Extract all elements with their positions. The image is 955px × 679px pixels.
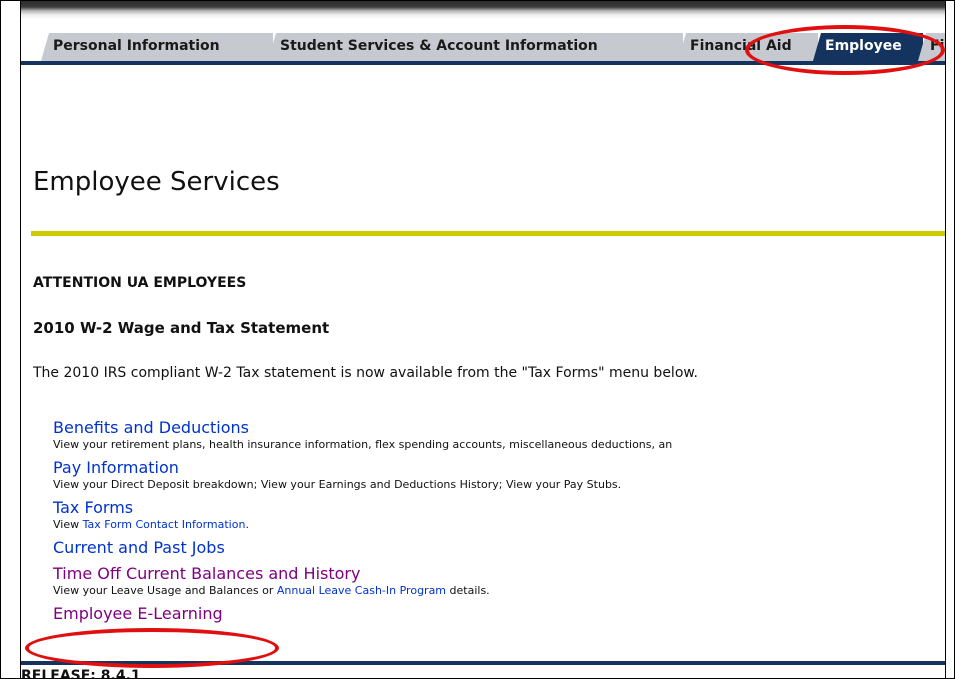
tab-financial-aid[interactable]: Financial Aid: [678, 33, 818, 61]
screenshot-frame: Personal Information Student Services & …: [0, 0, 955, 679]
menu-item-time-off: Time Off Current Balances and History Vi…: [53, 564, 945, 598]
menu-item-elearning: Employee E-Learning: [53, 604, 945, 624]
tab-student-services[interactable]: Student Services & Account Information: [268, 33, 683, 61]
menu-item-tax-forms: Tax Forms View Tax Form Contact Informat…: [53, 498, 945, 532]
employee-elearning-link[interactable]: Employee E-Learning: [53, 604, 945, 624]
employee-menu: Benefits and Deductions View your retire…: [53, 418, 945, 624]
menu-item-pay: Pay Information View your Direct Deposit…: [53, 458, 945, 492]
menu-item-benefits: Benefits and Deductions View your retire…: [53, 418, 945, 452]
tab-personal-information[interactable]: Personal Information: [41, 33, 273, 61]
time-off-link[interactable]: Time Off Current Balances and History: [53, 564, 945, 584]
release-version: RELEASE: 8.4.1: [21, 668, 141, 679]
menu-item-jobs: Current and Past Jobs: [53, 538, 945, 558]
annual-leave-cash-in-link[interactable]: Annual Leave Cash-In Program: [277, 584, 446, 597]
tax-desc-prefix: View: [53, 518, 83, 531]
tab-underline: [21, 61, 945, 65]
notice-body: The 2010 IRS compliant W-2 Tax statement…: [33, 365, 699, 381]
tax-form-contact-link[interactable]: Tax Form Contact Information: [83, 518, 246, 531]
tax-forms-description: View Tax Form Contact Information.: [53, 518, 945, 532]
tab-bar: Personal Information Student Services & …: [21, 33, 945, 61]
page-title: Employee Services: [33, 167, 280, 197]
window-top-edge: [21, 1, 945, 19]
current-past-jobs-link[interactable]: Current and Past Jobs: [53, 538, 945, 558]
notice-subheading: 2010 W-2 Wage and Tax Statement: [33, 319, 330, 337]
pay-description: View your Direct Deposit breakdown; View…: [53, 478, 622, 491]
browser-viewport: Personal Information Student Services & …: [20, 1, 946, 679]
pay-information-link[interactable]: Pay Information: [53, 458, 945, 478]
time-off-desc-suffix: details.: [446, 584, 490, 597]
time-off-description: View your Leave Usage and Balances or An…: [53, 584, 945, 598]
notice-heading: ATTENTION UA EMPLOYEES: [33, 275, 247, 291]
time-off-desc-prefix: View your Leave Usage and Balances or: [53, 584, 277, 597]
benefits-description: View your retirement plans, health insur…: [53, 438, 673, 451]
tab-employee[interactable]: Employee: [813, 33, 923, 61]
tax-desc-suffix: .: [245, 518, 249, 531]
title-divider: [31, 231, 945, 236]
tax-forms-link[interactable]: Tax Forms: [53, 498, 945, 518]
benefits-link[interactable]: Benefits and Deductions: [53, 418, 945, 438]
footer-divider: [21, 661, 945, 665]
